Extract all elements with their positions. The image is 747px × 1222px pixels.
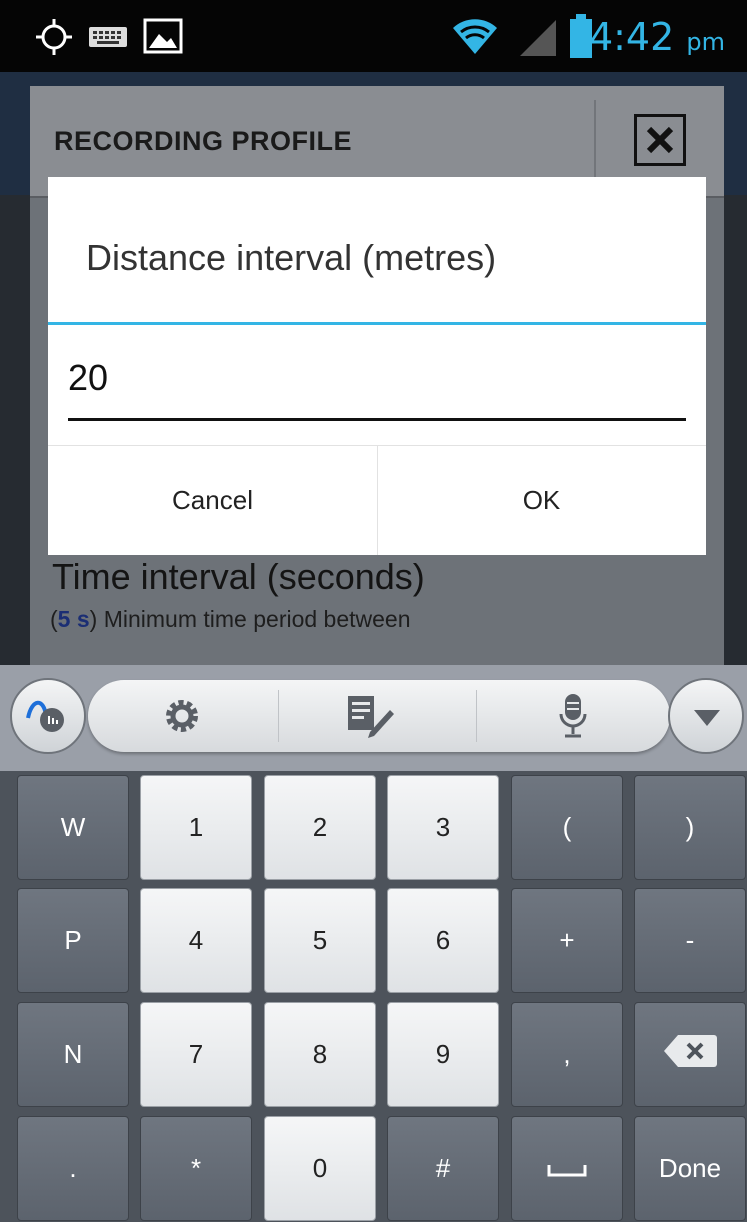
key-6[interactable]: 6: [387, 888, 499, 993]
time-interval-desc: (5 s) Minimum time period between: [50, 606, 411, 632]
ok-button[interactable]: OK: [377, 446, 706, 555]
key-2[interactable]: 2: [264, 775, 376, 880]
title-divider: [48, 322, 706, 325]
key-backspace[interactable]: [634, 1002, 746, 1107]
key-4[interactable]: 4: [140, 888, 252, 993]
toolbar-separator: [278, 690, 279, 742]
numeric-keyboard: W 1 2 3 ( ) P 4 5 6 + - N 7 8 9 , . * 0 …: [0, 771, 747, 1222]
edit-icon[interactable]: [346, 694, 396, 743]
key-period[interactable]: .: [17, 1116, 129, 1221]
swype-button[interactable]: [10, 678, 86, 754]
key-3[interactable]: 3: [387, 775, 499, 880]
key-hash[interactable]: #: [387, 1116, 499, 1221]
space-icon: [547, 1153, 587, 1184]
key-5[interactable]: 5: [264, 888, 376, 993]
distance-input[interactable]: 20: [68, 357, 108, 399]
panel-title: RECORDING PROFILE: [54, 126, 353, 156]
time-interval-title[interactable]: Time interval (seconds): [52, 556, 425, 598]
signal-icon: [518, 18, 558, 63]
close-button[interactable]: [634, 114, 686, 166]
clock: 4:42 pm: [588, 15, 725, 59]
settings-icon[interactable]: [162, 696, 202, 741]
input-underline: [68, 418, 686, 421]
key-0[interactable]: 0: [264, 1116, 376, 1221]
key-comma[interactable]: ,: [511, 1002, 623, 1107]
time-interval-value: 5 s: [57, 606, 90, 632]
key-7[interactable]: 7: [140, 1002, 252, 1107]
image-icon: [143, 18, 183, 59]
key-done[interactable]: Done: [634, 1116, 746, 1221]
keyboard-toolbar: [0, 665, 747, 771]
key-w[interactable]: W: [17, 775, 129, 880]
key-8[interactable]: 8: [264, 1002, 376, 1107]
distance-interval-dialog: Distance interval (metres) 20 Cancel OK: [48, 177, 706, 555]
microphone-icon[interactable]: [558, 692, 588, 745]
key-space[interactable]: [511, 1116, 623, 1221]
key-asterisk[interactable]: *: [140, 1116, 252, 1221]
cancel-button[interactable]: Cancel: [48, 446, 377, 555]
key-p[interactable]: P: [17, 888, 129, 993]
gps-icon: [34, 17, 74, 62]
key-1[interactable]: 1: [140, 775, 252, 880]
key-9[interactable]: 9: [387, 1002, 499, 1107]
key-n[interactable]: N: [17, 1002, 129, 1107]
key-minus[interactable]: -: [634, 888, 746, 993]
dialog-title: Distance interval (metres): [86, 237, 497, 278]
toolbar-separator: [476, 690, 477, 742]
status-bar: 4:42 pm: [0, 0, 747, 72]
key-close-paren[interactable]: ): [634, 775, 746, 880]
backspace-icon: [662, 1033, 718, 1076]
swype-icon: [24, 692, 72, 745]
wifi-icon: [452, 16, 498, 61]
hide-keyboard-icon: [692, 708, 722, 733]
keyboard-icon: [88, 26, 128, 53]
key-plus[interactable]: +: [511, 888, 623, 993]
toolbar-pill: [88, 680, 670, 752]
key-open-paren[interactable]: (: [511, 775, 623, 880]
hide-keyboard-button[interactable]: [668, 678, 744, 754]
